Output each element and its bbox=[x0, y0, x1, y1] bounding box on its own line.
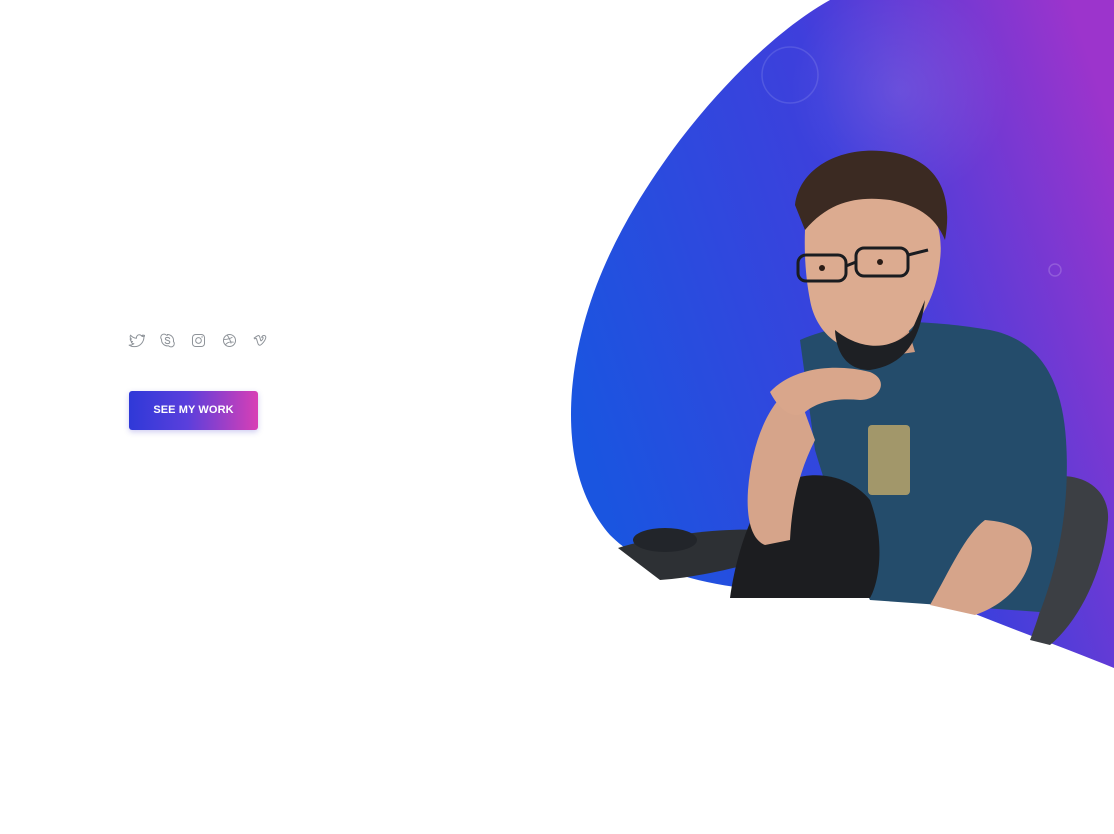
instagram-link[interactable] bbox=[189, 331, 208, 350]
skype-icon bbox=[160, 333, 175, 348]
dribbble-link[interactable] bbox=[220, 331, 239, 350]
see-my-work-label: SEE MY WORK bbox=[153, 404, 234, 416]
dribbble-icon bbox=[222, 333, 237, 348]
see-my-work-button[interactable]: SEE MY WORK bbox=[129, 391, 258, 430]
vimeo-link[interactable] bbox=[251, 331, 270, 350]
skype-link[interactable] bbox=[158, 331, 177, 350]
social-links bbox=[127, 331, 270, 350]
twitter-icon bbox=[128, 334, 145, 348]
vimeo-icon bbox=[253, 334, 267, 346]
twitter-link[interactable] bbox=[127, 331, 146, 350]
instagram-icon bbox=[191, 333, 206, 348]
hero-section: SEE MY WORK bbox=[0, 0, 1114, 834]
